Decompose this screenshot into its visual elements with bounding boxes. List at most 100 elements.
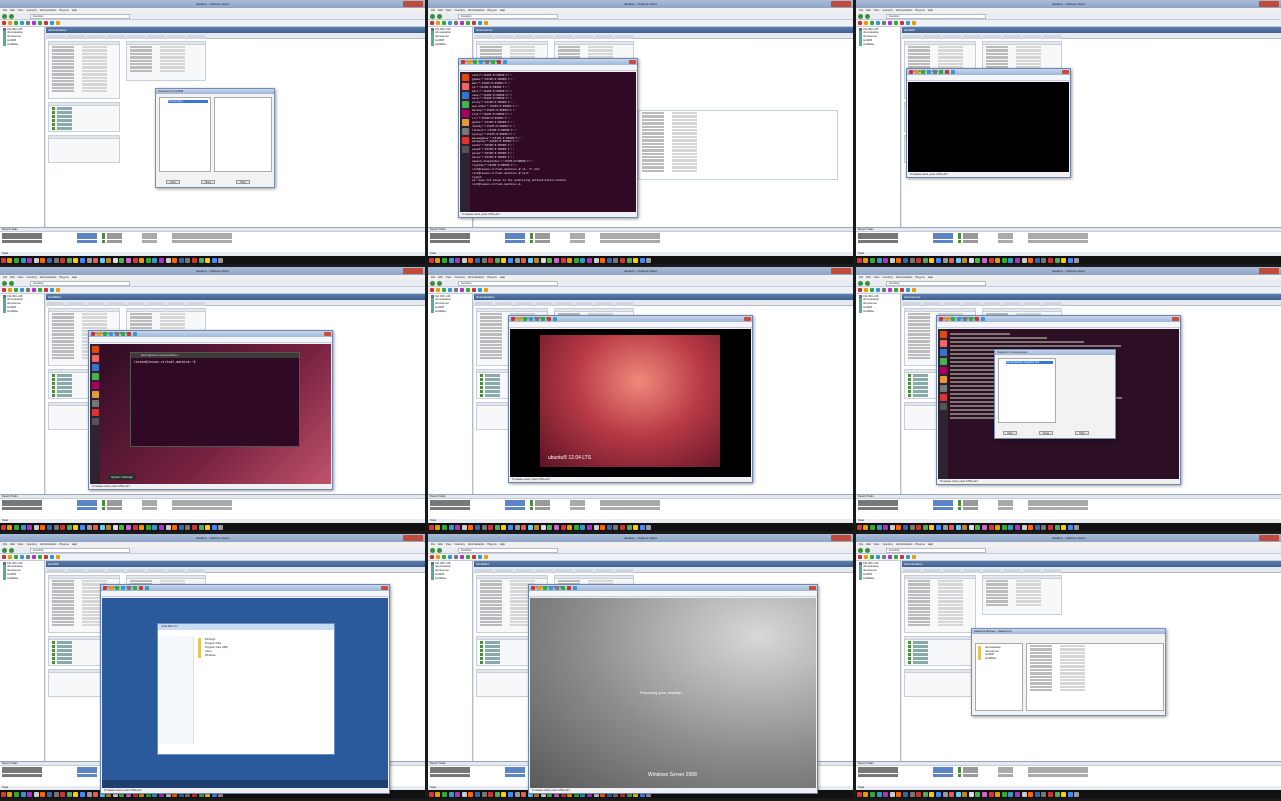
toolbar-action-icon[interactable] bbox=[858, 288, 862, 292]
vm-row[interactable] bbox=[642, 135, 834, 139]
task-row[interactable] bbox=[858, 503, 1279, 507]
console-action-icon[interactable] bbox=[531, 586, 535, 590]
menu-item[interactable]: Administration bbox=[40, 9, 56, 12]
dock-app-icon[interactable] bbox=[1028, 791, 1034, 797]
launcher-icon[interactable] bbox=[939, 394, 947, 401]
vm-row[interactable] bbox=[642, 149, 834, 152]
snapshot-item[interactable]: You are here bbox=[168, 100, 208, 103]
dock-app-icon[interactable] bbox=[876, 524, 882, 530]
dock-app-icon[interactable] bbox=[507, 524, 513, 530]
tab[interactable] bbox=[475, 35, 493, 39]
dock-app-icon[interactable] bbox=[646, 257, 652, 263]
dock-app-icon[interactable] bbox=[73, 524, 79, 530]
inventory-node[interactable]: win2k8dev bbox=[431, 310, 472, 314]
tab[interactable] bbox=[1003, 569, 1021, 573]
dock-app-icon[interactable] bbox=[79, 524, 85, 530]
forward-icon[interactable] bbox=[437, 281, 442, 286]
console-action-icon[interactable] bbox=[549, 586, 553, 590]
toolbar-action-icon[interactable] bbox=[2, 288, 6, 292]
dock-app-icon[interactable] bbox=[968, 524, 974, 530]
toolbar-action-icon[interactable] bbox=[906, 21, 910, 25]
dock-app-icon[interactable] bbox=[132, 257, 138, 263]
toolbar-action-icon[interactable] bbox=[2, 21, 6, 25]
inventory-node[interactable]: 192.168.1.248 bbox=[3, 561, 44, 565]
tab[interactable] bbox=[127, 35, 145, 39]
launcher-icon[interactable] bbox=[461, 74, 469, 81]
menu-item[interactable]: View bbox=[18, 543, 24, 546]
dock-app-icon[interactable] bbox=[1021, 524, 1027, 530]
tab[interactable] bbox=[595, 569, 613, 573]
inventory-node[interactable]: ubuntuserver bbox=[3, 302, 44, 306]
tab[interactable] bbox=[903, 569, 921, 573]
dialog-button[interactable]: Close bbox=[201, 180, 215, 184]
file-row[interactable] bbox=[1030, 678, 1160, 682]
tab[interactable] bbox=[495, 35, 513, 39]
toolbar-action-icon[interactable] bbox=[894, 21, 898, 25]
tab[interactable] bbox=[1043, 569, 1061, 573]
menu-item[interactable]: Help bbox=[72, 9, 77, 12]
console-action-icon[interactable] bbox=[127, 332, 131, 336]
vm-row[interactable] bbox=[642, 169, 834, 173]
window-controls[interactable] bbox=[1259, 268, 1279, 274]
menu-item[interactable]: Inventory bbox=[454, 276, 465, 279]
inventory-node[interactable]: win2k8dev bbox=[3, 43, 44, 47]
tab[interactable] bbox=[1023, 302, 1041, 306]
vm-row[interactable] bbox=[642, 139, 834, 142]
inventory-node[interactable]: ubuntuserver bbox=[3, 35, 44, 39]
menu-item[interactable]: File bbox=[859, 276, 863, 279]
back-icon[interactable] bbox=[430, 548, 435, 553]
tab[interactable] bbox=[1023, 569, 1041, 573]
toolbar-action-icon[interactable] bbox=[882, 288, 886, 292]
dock-app-icon[interactable] bbox=[929, 257, 935, 263]
file-row[interactable] bbox=[1030, 689, 1160, 692]
menu-item[interactable]: View bbox=[18, 276, 24, 279]
console-action-icon[interactable] bbox=[543, 586, 547, 590]
breadcrumb[interactable]: Inventory bbox=[458, 281, 558, 286]
dock-app-icon[interactable] bbox=[560, 257, 566, 263]
toolbar-action-icon[interactable] bbox=[430, 288, 434, 292]
dock-app-icon[interactable] bbox=[949, 257, 955, 263]
inventory-node[interactable]: 192.168.1.248 bbox=[3, 294, 44, 298]
toolbar-action-icon[interactable] bbox=[50, 555, 54, 559]
console-action-icon[interactable] bbox=[927, 70, 931, 74]
dock-app-icon[interactable] bbox=[929, 791, 935, 797]
toolbar-action-icon[interactable] bbox=[26, 288, 30, 292]
launcher-icon[interactable] bbox=[461, 137, 469, 144]
toolbar-action-icon[interactable] bbox=[460, 555, 464, 559]
vm-screen[interactable] bbox=[908, 82, 1069, 172]
menu-item[interactable]: Plug-ins bbox=[915, 543, 924, 546]
dock-app-icon[interactable] bbox=[856, 791, 862, 797]
dock-app-icon[interactable] bbox=[139, 257, 145, 263]
dock-app-icon[interactable] bbox=[968, 257, 974, 263]
console-action-icon[interactable] bbox=[529, 317, 533, 321]
tab[interactable] bbox=[963, 35, 981, 39]
forward-icon[interactable] bbox=[437, 548, 442, 553]
console-action-icon[interactable] bbox=[115, 586, 119, 590]
dock-app-icon[interactable] bbox=[53, 257, 59, 263]
toolbar-action-icon[interactable] bbox=[8, 21, 12, 25]
tab[interactable] bbox=[1043, 35, 1061, 39]
tab[interactable] bbox=[963, 302, 981, 306]
console-action-icon[interactable] bbox=[461, 60, 465, 64]
back-icon[interactable] bbox=[2, 548, 7, 553]
task-row[interactable] bbox=[858, 506, 1279, 510]
inventory-node[interactable]: win2k8dev bbox=[431, 43, 472, 47]
dock-app-icon[interactable] bbox=[441, 524, 447, 530]
dock-app-icon[interactable] bbox=[40, 524, 46, 530]
dock-app-icon[interactable] bbox=[126, 524, 132, 530]
console-action-icon[interactable] bbox=[139, 586, 143, 590]
snapshot-item[interactable]: Ubuntu Machine Snapshot Test bbox=[1006, 361, 1053, 364]
menu-item[interactable]: Inventory bbox=[454, 543, 465, 546]
menu-item[interactable]: Help bbox=[928, 543, 933, 546]
console-action-icon[interactable] bbox=[933, 70, 937, 74]
dock-app-icon[interactable] bbox=[633, 257, 639, 263]
inventory-node[interactable]: win2k8dev bbox=[859, 577, 900, 581]
tab[interactable] bbox=[1003, 302, 1021, 306]
dock-app-icon[interactable] bbox=[20, 257, 26, 263]
inventory-node[interactable]: ubuntudesktop bbox=[859, 298, 900, 302]
tab[interactable] bbox=[943, 302, 961, 306]
launcher-icon[interactable] bbox=[91, 364, 99, 371]
menu-item[interactable]: Edit bbox=[866, 543, 870, 546]
menu-item[interactable]: File bbox=[3, 276, 7, 279]
dock-app-icon[interactable] bbox=[99, 257, 105, 263]
